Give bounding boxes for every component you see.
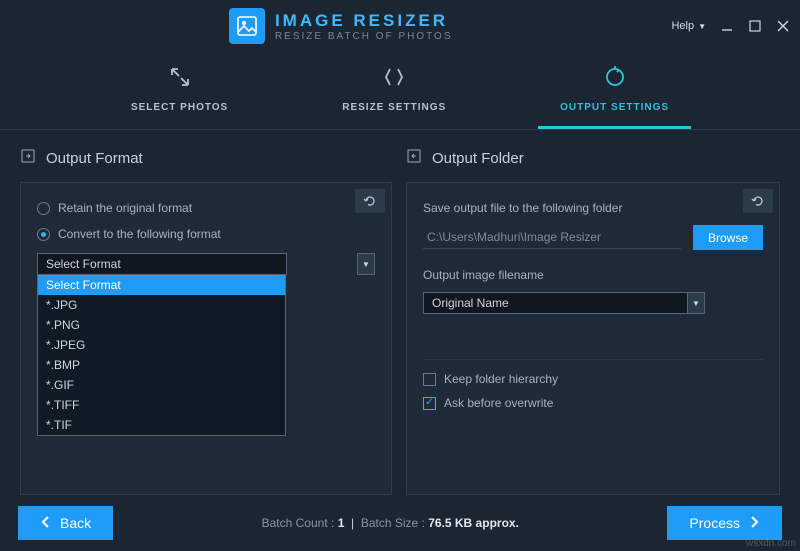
gear-circle-icon <box>603 65 627 92</box>
maximize-button[interactable] <box>748 19 762 33</box>
radio-icon <box>37 202 50 215</box>
expand-arrows-icon <box>168 65 192 92</box>
checkbox-icon <box>423 373 436 386</box>
help-menu[interactable]: Help ▼ <box>671 20 706 32</box>
close-button[interactable] <box>776 19 790 33</box>
reset-folder-button[interactable] <box>743 189 773 213</box>
chevron-left-icon <box>40 515 50 532</box>
chevron-down-icon: ▼ <box>357 253 375 275</box>
chevron-down-icon: ▼ <box>687 292 705 314</box>
app-logo <box>229 8 265 44</box>
format-option[interactable]: *.TIFF <box>38 395 285 415</box>
chevron-down-icon: ▼ <box>698 22 706 31</box>
back-button[interactable]: Back <box>18 506 113 540</box>
format-option[interactable]: *.PNG <box>38 315 285 335</box>
process-button[interactable]: Process <box>667 506 782 540</box>
format-option[interactable]: *.BMP <box>38 355 285 375</box>
format-select[interactable]: Select Format ▼ Select Format *.JPG *.PN… <box>37 253 375 275</box>
format-option[interactable]: *.JPEG <box>38 335 285 355</box>
output-format-heading: Output Format <box>46 150 143 167</box>
checkbox-ask-overwrite[interactable]: Ask before overwrite <box>423 396 763 410</box>
radio-icon <box>37 228 50 241</box>
radio-convert-format[interactable]: Convert to the following format <box>37 227 375 241</box>
format-option[interactable]: *.GIF <box>38 375 285 395</box>
resize-arrows-icon <box>382 65 406 92</box>
tab-select-photos[interactable]: SELECT PHOTOS <box>109 52 250 129</box>
reset-format-button[interactable] <box>355 189 385 213</box>
filename-select[interactable]: Original Name ▼ <box>423 292 705 314</box>
app-title: IMAGE RESIZER <box>275 11 453 31</box>
checkbox-keep-hierarchy[interactable]: Keep folder hierarchy <box>423 372 763 386</box>
format-dropdown: Select Format *.JPG *.PNG *.JPEG *.BMP *… <box>37 274 286 436</box>
format-option[interactable]: *.JPG <box>38 295 285 315</box>
format-option[interactable]: *.TIF <box>38 415 285 435</box>
tab-resize-settings[interactable]: RESIZE SETTINGS <box>320 52 468 129</box>
chevron-right-icon <box>750 515 760 532</box>
checkbox-icon <box>423 397 436 410</box>
output-folder-heading: Output Folder <box>432 150 524 167</box>
app-subtitle: RESIZE BATCH OF PHOTOS <box>275 31 453 42</box>
export-icon <box>20 148 36 168</box>
browse-button[interactable]: Browse <box>693 225 763 250</box>
filename-label: Output image filename <box>423 268 763 282</box>
batch-info: Batch Count : 1 | Batch Size : 76.5 KB a… <box>113 516 667 530</box>
watermark: wsxdn.com <box>746 538 796 549</box>
radio-retain-original[interactable]: Retain the original format <box>37 201 375 215</box>
minimize-button[interactable] <box>720 19 734 33</box>
folder-icon <box>406 148 422 168</box>
save-folder-label: Save output file to the following folder <box>423 201 763 215</box>
format-option[interactable]: Select Format <box>38 275 285 295</box>
tab-output-settings[interactable]: OUTPUT SETTINGS <box>538 52 691 129</box>
output-path-input[interactable] <box>423 227 681 249</box>
